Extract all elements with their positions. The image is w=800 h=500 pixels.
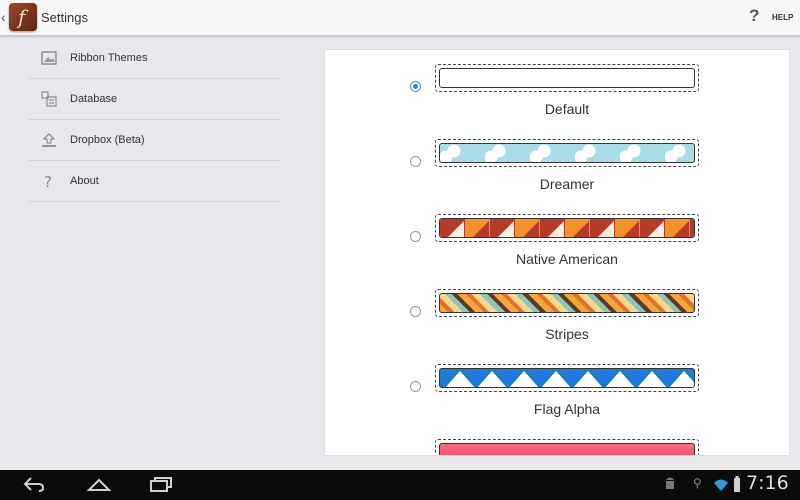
ribbon-theme-list: Default Dreamer Native American Stripes — [325, 50, 789, 455]
app-logo-letter: f — [18, 5, 26, 29]
sidebar-item-label: Dropbox (Beta) — [70, 134, 145, 146]
theme-name: Stripes — [545, 326, 589, 342]
theme-radio[interactable] — [410, 81, 421, 92]
theme-option-dreamer[interactable]: Dreamer — [325, 125, 789, 200]
theme-option-flag-alpha[interactable]: Flag Alpha — [325, 350, 789, 425]
flag-triangle — [573, 371, 603, 387]
usb-icon: ⚲ — [693, 476, 702, 490]
home-icon[interactable] — [86, 475, 112, 495]
theme-radio[interactable] — [410, 381, 421, 392]
theme-radio[interactable] — [410, 156, 421, 167]
flag-triangle — [477, 371, 507, 387]
upload-icon — [42, 133, 56, 147]
recent-apps-icon[interactable] — [149, 475, 175, 495]
flag-triangle — [605, 371, 635, 387]
question-icon: ? — [44, 173, 52, 189]
sidebar-item-ribbon-themes[interactable]: Ribbon Themes — [29, 38, 280, 79]
theme-name: Default — [544, 101, 590, 117]
theme-name: Flag Alpha — [533, 401, 601, 417]
theme-name: Dreamer — [539, 176, 595, 192]
ribbon-preview[interactable] — [435, 139, 699, 167]
theme-name: Native American — [516, 251, 618, 267]
battery-icon — [734, 476, 740, 492]
sidebar-item-label: About — [70, 175, 99, 187]
theme-option-native-american[interactable]: Native American — [325, 200, 789, 275]
image-icon — [41, 51, 57, 65]
ribbon-flag-alpha — [439, 368, 695, 388]
help-button[interactable]: HELP — [772, 13, 793, 22]
android-debug-icon — [666, 477, 674, 489]
action-bar: ‹ f Settings ? HELP — [0, 0, 800, 36]
ribbon-dreamer — [439, 143, 695, 163]
ribbon-preview[interactable] — [435, 439, 699, 455]
ribbon-preview[interactable] — [435, 364, 699, 392]
back-icon[interactable] — [22, 475, 46, 495]
flag-triangle — [445, 371, 475, 387]
page-title: Settings — [41, 10, 88, 25]
ribbon-native-american — [439, 218, 695, 238]
svg-text:?: ? — [44, 173, 52, 189]
ribbon-pink — [439, 443, 695, 455]
sidebar-item-database[interactable]: Database — [29, 79, 280, 120]
native-block — [690, 219, 694, 237]
help-icon[interactable]: ? — [749, 6, 759, 26]
flag-triangle — [669, 371, 694, 387]
theme-option-default[interactable]: Default — [325, 50, 789, 125]
clock: 7:16 — [746, 472, 789, 494]
wifi-icon — [714, 479, 728, 491]
ribbon-preview[interactable] — [435, 214, 699, 242]
theme-option-stripes[interactable]: Stripes — [325, 275, 789, 350]
sidebar-item-label: Ribbon Themes — [70, 52, 148, 64]
flag-triangle — [509, 371, 539, 387]
system-bar: ⚲ 7:16 — [0, 470, 800, 500]
sidebar-item-label: Database — [70, 93, 118, 105]
flag-triangle — [637, 371, 667, 387]
ribbon-default — [439, 68, 695, 88]
flag-pattern — [445, 371, 694, 387]
ribbon-stripes — [439, 293, 695, 313]
settings-list: Ribbon Themes Database Dropbox (Beta) ? … — [29, 38, 280, 202]
ribbon-preview[interactable] — [435, 64, 699, 92]
flag-triangle — [541, 371, 571, 387]
ribbon-preview[interactable] — [435, 289, 699, 317]
native-pattern — [440, 219, 694, 237]
theme-radio[interactable] — [410, 231, 421, 242]
sidebar-item-dropbox[interactable]: Dropbox (Beta) — [29, 120, 280, 161]
sidebar-item-about[interactable]: ? About — [29, 161, 280, 202]
app-logo-icon[interactable]: f — [9, 3, 37, 31]
theme-option-pink[interactable] — [325, 425, 789, 455]
up-caret-icon[interactable]: ‹ — [1, 9, 6, 25]
database-icon — [41, 91, 57, 107]
theme-radio[interactable] — [410, 306, 421, 317]
